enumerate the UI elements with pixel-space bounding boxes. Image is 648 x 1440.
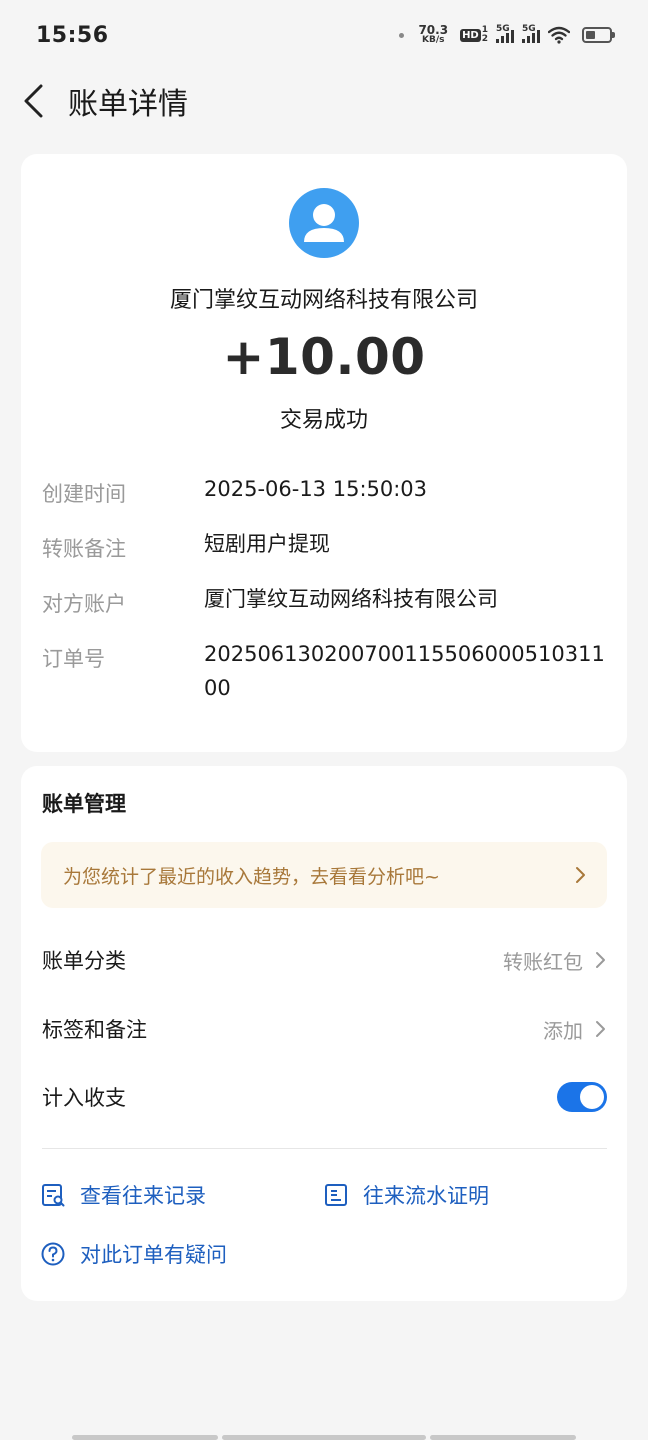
network-speed: 70.3 KB/s — [418, 23, 449, 45]
network-speed-value: 70.3 — [418, 23, 449, 37]
notification-dot-icon — [399, 32, 405, 38]
bill-category-label: 账单分类 — [42, 949, 126, 973]
page-title: 账单详情 — [68, 87, 188, 122]
nav-bar: 账单详情 — [0, 70, 648, 132]
signal-1-label: 5G — [496, 24, 510, 34]
tags-notes-value: 添加 — [543, 1018, 583, 1043]
hd-voice-icon: HD 1 2 — [460, 26, 488, 44]
battery-icon — [582, 27, 615, 43]
section-title: 账单管理 — [42, 792, 126, 816]
bill-category-row[interactable]: 账单分类 转账红包 — [42, 940, 607, 980]
home-indicator-left — [72, 1435, 218, 1440]
search-document-icon — [42, 1184, 65, 1207]
network-speed-unit: KB/s — [422, 35, 445, 45]
chevron-right-icon — [596, 952, 605, 968]
wifi-icon — [548, 26, 570, 44]
order-question-label: 对此订单有疑问 — [80, 1243, 227, 1267]
merchant-name: 厦门掌纹互动网络科技有限公司 — [169, 288, 478, 313]
certificate-icon — [325, 1184, 347, 1206]
include-in-budget-label: 计入收支 — [42, 1086, 126, 1110]
divider — [42, 1148, 607, 1149]
chevron-right-icon — [576, 867, 585, 883]
detail-value: 厦门掌纹互动网络科技有限公司 — [204, 587, 498, 611]
tags-notes-label: 标签和备注 — [42, 1018, 147, 1042]
transaction-proof-link[interactable]: 往来流水证明 — [323, 1180, 489, 1210]
order-question-link[interactable]: 对此订单有疑问 — [40, 1239, 227, 1269]
detail-label: 转账备注 — [42, 537, 126, 561]
detail-value: 2025-06-13 15:50:03 — [204, 477, 428, 501]
transaction-proof-label: 往来流水证明 — [363, 1184, 489, 1208]
tags-notes-row[interactable]: 标签和备注 添加 — [42, 1009, 607, 1049]
view-records-link[interactable]: 查看往来记录 — [40, 1180, 206, 1210]
avatar — [289, 188, 359, 258]
home-indicator-center[interactable] — [222, 1435, 426, 1440]
hd-label: HD — [460, 28, 481, 42]
view-records-label: 查看往来记录 — [80, 1184, 206, 1208]
bill-category-value: 转账红包 — [503, 949, 583, 974]
detail-value[interactable]: 20250613020070011550600051031100 — [204, 637, 614, 705]
chevron-right-icon — [596, 1021, 605, 1037]
status-time: 15:56 — [36, 22, 109, 48]
include-in-budget-row: 计入收支 — [42, 1077, 607, 1117]
income-trend-banner[interactable]: 为您统计了最近的收入趋势，去看看分析吧~ — [41, 842, 607, 908]
transaction-status: 交易成功 — [279, 408, 368, 433]
detail-label: 订单号 — [42, 647, 105, 671]
signal-5g-icon-1: 5G — [496, 24, 514, 43]
bill-management-card: 账单管理 为您统计了最近的收入趋势，去看看分析吧~ 账单分类 转账红包 标签和备… — [21, 766, 627, 1301]
banner-text: 为您统计了最近的收入趋势，去看看分析吧~ — [63, 865, 440, 888]
hd-sub2: 2 — [481, 34, 488, 44]
signal-2-label: 5G — [522, 24, 536, 34]
detail-value: 短剧用户提现 — [204, 532, 330, 556]
toggle-knob — [580, 1085, 604, 1109]
question-circle-icon — [41, 1242, 65, 1266]
user-icon — [304, 204, 344, 242]
status-bar: 15:56 70.3 KB/s HD 1 2 5G 5G — [0, 0, 648, 70]
detail-label: 创建时间 — [42, 482, 126, 506]
signal-5g-icon-2: 5G — [522, 24, 540, 43]
back-icon[interactable] — [22, 83, 48, 119]
home-indicator-right — [430, 1435, 576, 1440]
include-in-budget-toggle[interactable] — [557, 1082, 607, 1112]
status-icons: 70.3 KB/s HD 1 2 5G 5G — [399, 23, 615, 45]
bill-summary-card: 厦门掌纹互动网络科技有限公司 +10.00 交易成功 创建时间 2025-06-… — [21, 154, 627, 752]
amount: +10.00 — [222, 328, 426, 386]
detail-label: 对方账户 — [42, 592, 126, 616]
